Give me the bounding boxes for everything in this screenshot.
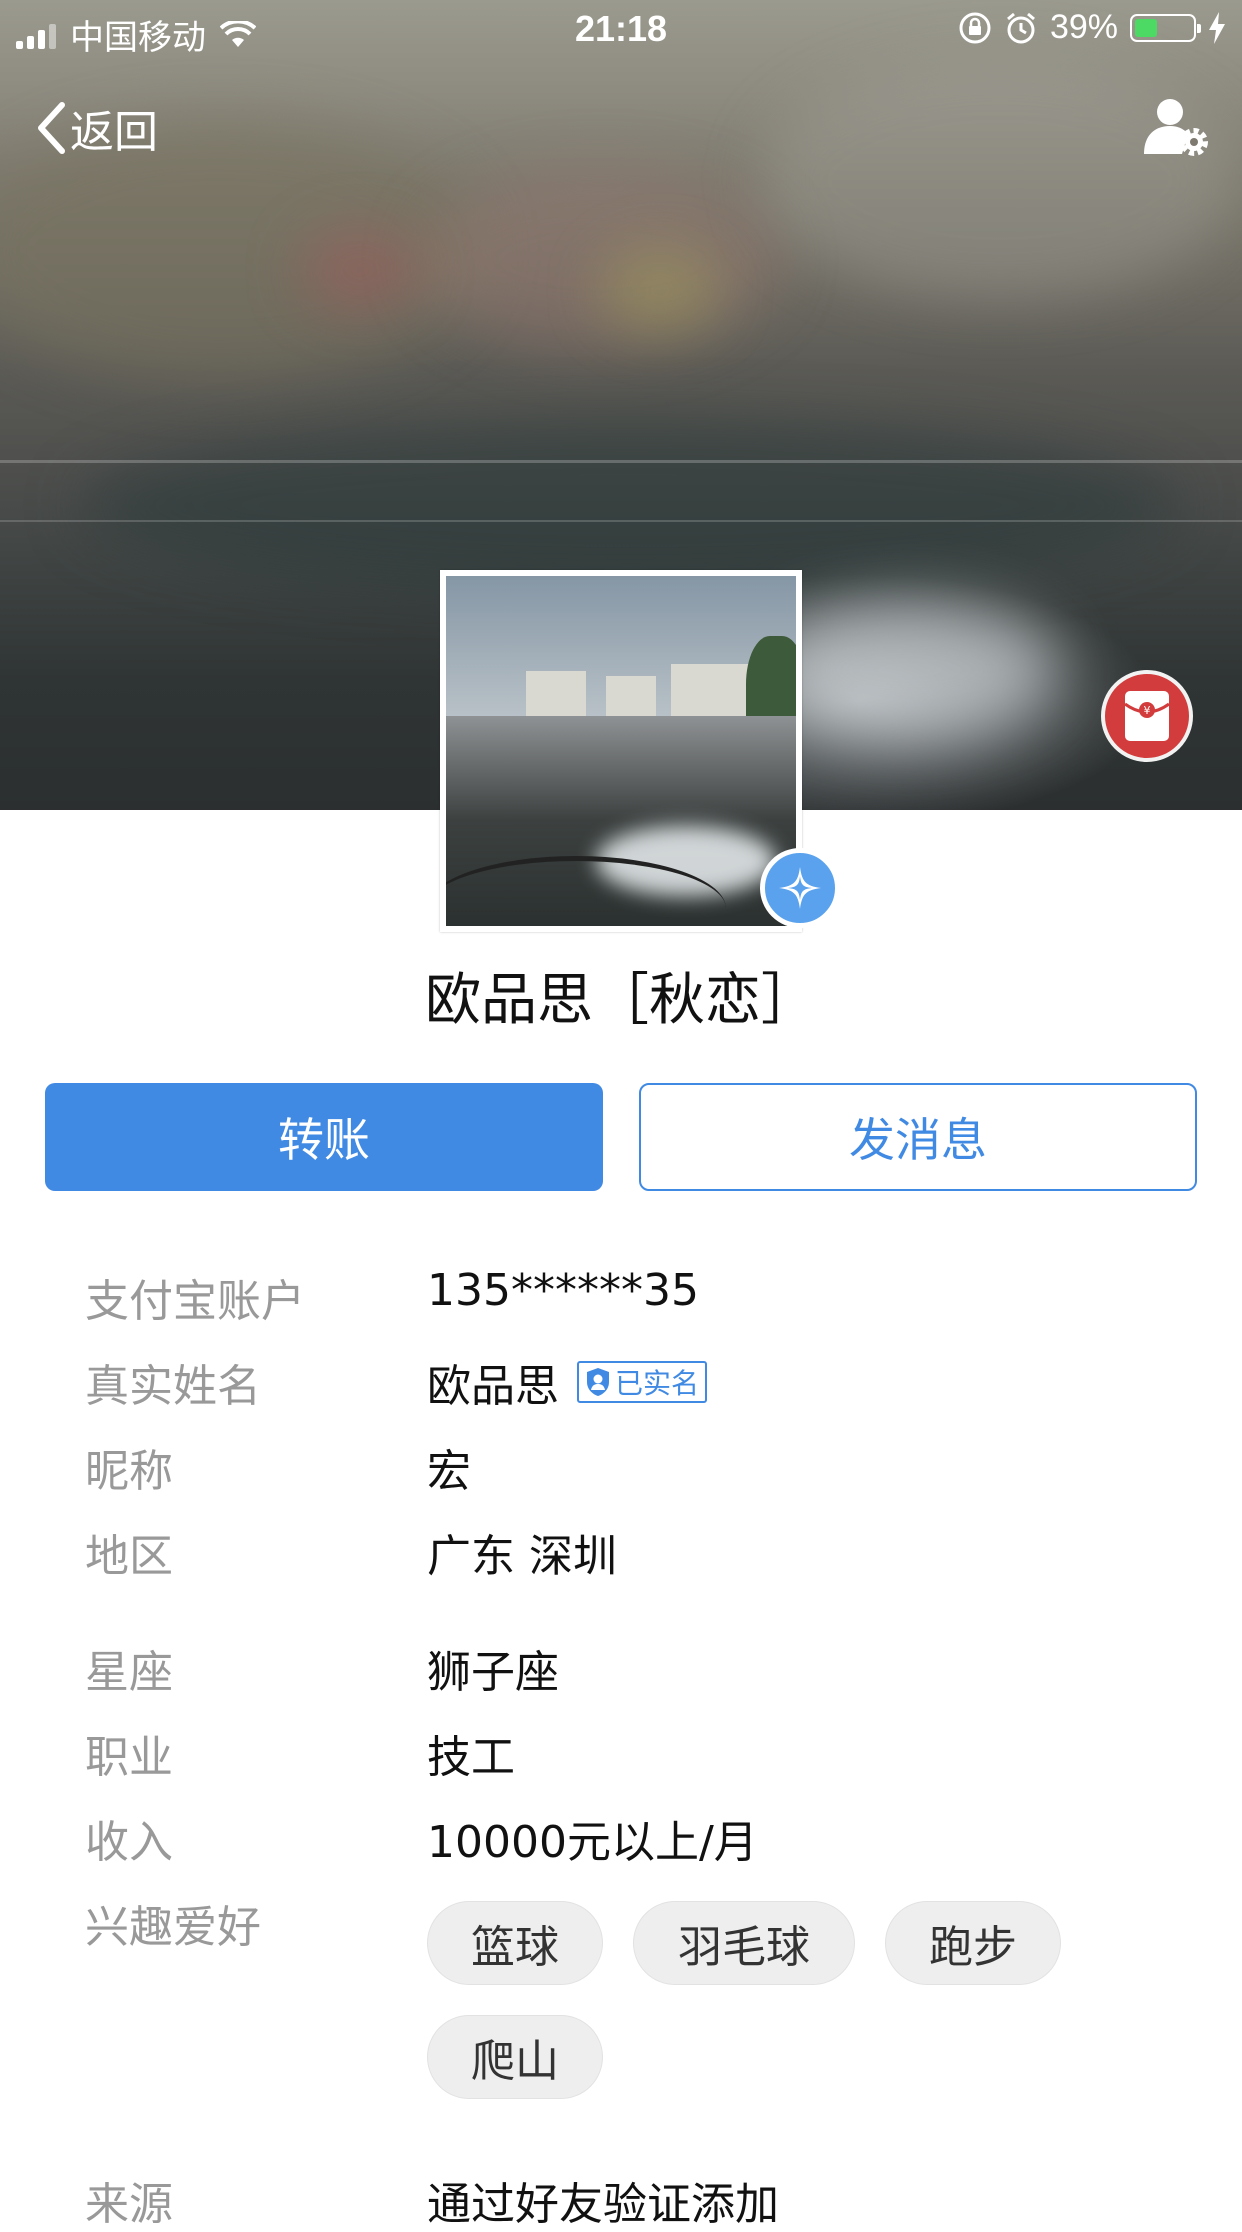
transfer-button[interactable]: 转账 (45, 1083, 603, 1191)
avatar[interactable] (440, 570, 802, 932)
hobby-tag[interactable]: 羽毛球 (633, 1901, 855, 1985)
info-row-income: 收入 10000元以上/月 (0, 1806, 1242, 1868)
battery-icon (1130, 13, 1201, 42)
profile-name: 欧品思［秋恋］ (425, 968, 817, 1033)
hobby-tag[interactable]: 爬山 (427, 2015, 603, 2099)
info-label: 昵称 (85, 1446, 173, 1497)
back-button[interactable]: 返回 (36, 96, 158, 160)
real-name-text: 欧品思 (427, 1361, 559, 1412)
charging-icon (1209, 11, 1225, 44)
svg-text:¥: ¥ (1144, 704, 1151, 717)
info-label: 支付宝账户 (85, 1276, 305, 1327)
verified-user-icon (587, 1368, 609, 1396)
send-message-button[interactable]: 发消息 (639, 1083, 1197, 1191)
red-packet-button[interactable]: ¥ (1101, 670, 1193, 762)
avatar-building (671, 664, 751, 724)
info-row-job: 职业 技工 (0, 1721, 1242, 1783)
status-bar: 中国移动 21:18 39% (0, 0, 1242, 60)
zodiac-value: 狮子座 (427, 1647, 559, 1698)
cover-blur (80, 420, 1180, 590)
verified-label: 已实名 (615, 1367, 700, 1400)
info-label: 收入 (85, 1817, 173, 1868)
nickname-value: 宏 (427, 1446, 471, 1497)
cover-spray (760, 600, 1060, 740)
cover-blur (420, 170, 780, 350)
chevron-left-icon (38, 102, 65, 154)
user-settings-icon (1144, 99, 1208, 156)
info-label: 星座 (85, 1647, 173, 1698)
info-row-region: 地区 广东 深圳 (0, 1520, 1242, 1582)
source-value: 通过好友验证添加 (427, 2179, 779, 2230)
info-label: 兴趣爱好 (85, 1902, 261, 1953)
info-row-zodiac: 星座 狮子座 (0, 1636, 1242, 1698)
info-row-account: 支付宝账户 135******35 (0, 1265, 1242, 1327)
cover-blur (300, 230, 420, 310)
income-value: 10000元以上/月 (427, 1817, 758, 1868)
battery-percent: 39% (1049, 8, 1118, 46)
region-value: 广东 深圳 (427, 1531, 617, 1582)
real-name-value: 欧品思 已实名 (427, 1350, 708, 1414)
cover-rail (0, 520, 1242, 522)
info-label: 职业 (85, 1732, 173, 1783)
alarm-icon (1006, 12, 1035, 43)
back-label: 返回 (70, 107, 158, 158)
red-packet-icon: ¥ (1124, 691, 1170, 741)
info-label: 真实姓名 (85, 1361, 261, 1412)
cover-blur (600, 250, 720, 330)
info-row-nickname: 昵称 宏 (0, 1435, 1242, 1497)
info-label: 地区 (85, 1531, 173, 1582)
info-row-source: 来源 通过好友验证添加 (0, 2168, 1242, 2230)
account-value[interactable]: 135******35 (427, 1265, 699, 1316)
hobby-tag[interactable]: 篮球 (427, 1901, 603, 1985)
battery-fill (1135, 18, 1157, 37)
star-badge (760, 848, 840, 928)
info-label: 来源 (85, 2179, 173, 2230)
info-row-real-name: 真实姓名 欧品思 已实名 (0, 1350, 1242, 1412)
hobby-tag[interactable]: 跑步 (885, 1901, 1061, 1985)
orientation-lock-icon (959, 12, 991, 43)
star-badge-icon (779, 867, 821, 909)
cover-rail (0, 460, 1242, 463)
verified-badge: 已实名 (577, 1361, 708, 1403)
job-value: 技工 (427, 1732, 515, 1783)
user-settings-button[interactable] (1142, 92, 1214, 164)
